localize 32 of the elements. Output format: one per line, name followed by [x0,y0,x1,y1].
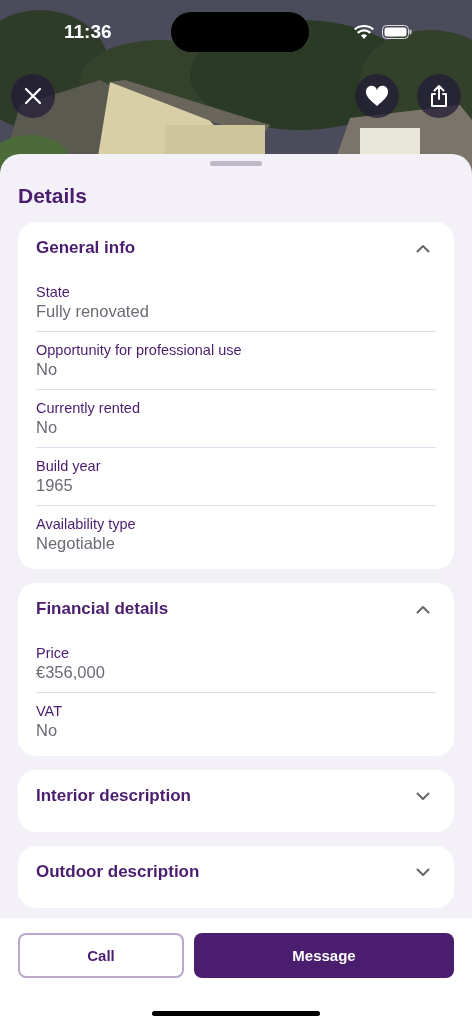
field-label: State [36,284,71,300]
section-title[interactable]: Interior description [36,786,191,806]
field-value: No [36,360,59,379]
battery-icon [382,25,412,39]
wifi-icon [354,24,374,40]
section-title[interactable]: Financial details [36,599,169,619]
field-value: 1965 [36,476,74,495]
field-value: No [36,418,59,437]
heart-icon [365,85,389,107]
drag-handle[interactable] [210,161,262,166]
message-button[interactable]: Message [194,933,454,978]
field-label: Price [36,645,71,661]
section-title[interactable]: Outdoor description [36,862,200,882]
close-icon [24,87,42,105]
status-time: 11:36 [64,21,112,43]
chevron-up-icon[interactable] [416,604,430,614]
field-value: Fully renovated [36,302,150,321]
field-label: Currently rented [36,400,141,416]
chevron-up-icon[interactable] [416,243,430,253]
sheet-title: Details [18,184,88,208]
share-icon [429,84,449,108]
call-button[interactable]: Call [18,933,184,978]
chevron-down-icon[interactable] [416,867,430,877]
chevron-down-icon[interactable] [416,791,430,801]
field-label: Availability type [36,516,137,532]
field-label: Opportunity for professional use [36,342,243,358]
field-value: Negotiable [36,534,116,553]
field-label: Build year [36,458,102,474]
field-value: No [36,721,59,740]
section-title[interactable]: General info [36,238,136,258]
field-label: VAT [36,703,64,719]
field-value: €356,000 [36,663,106,682]
